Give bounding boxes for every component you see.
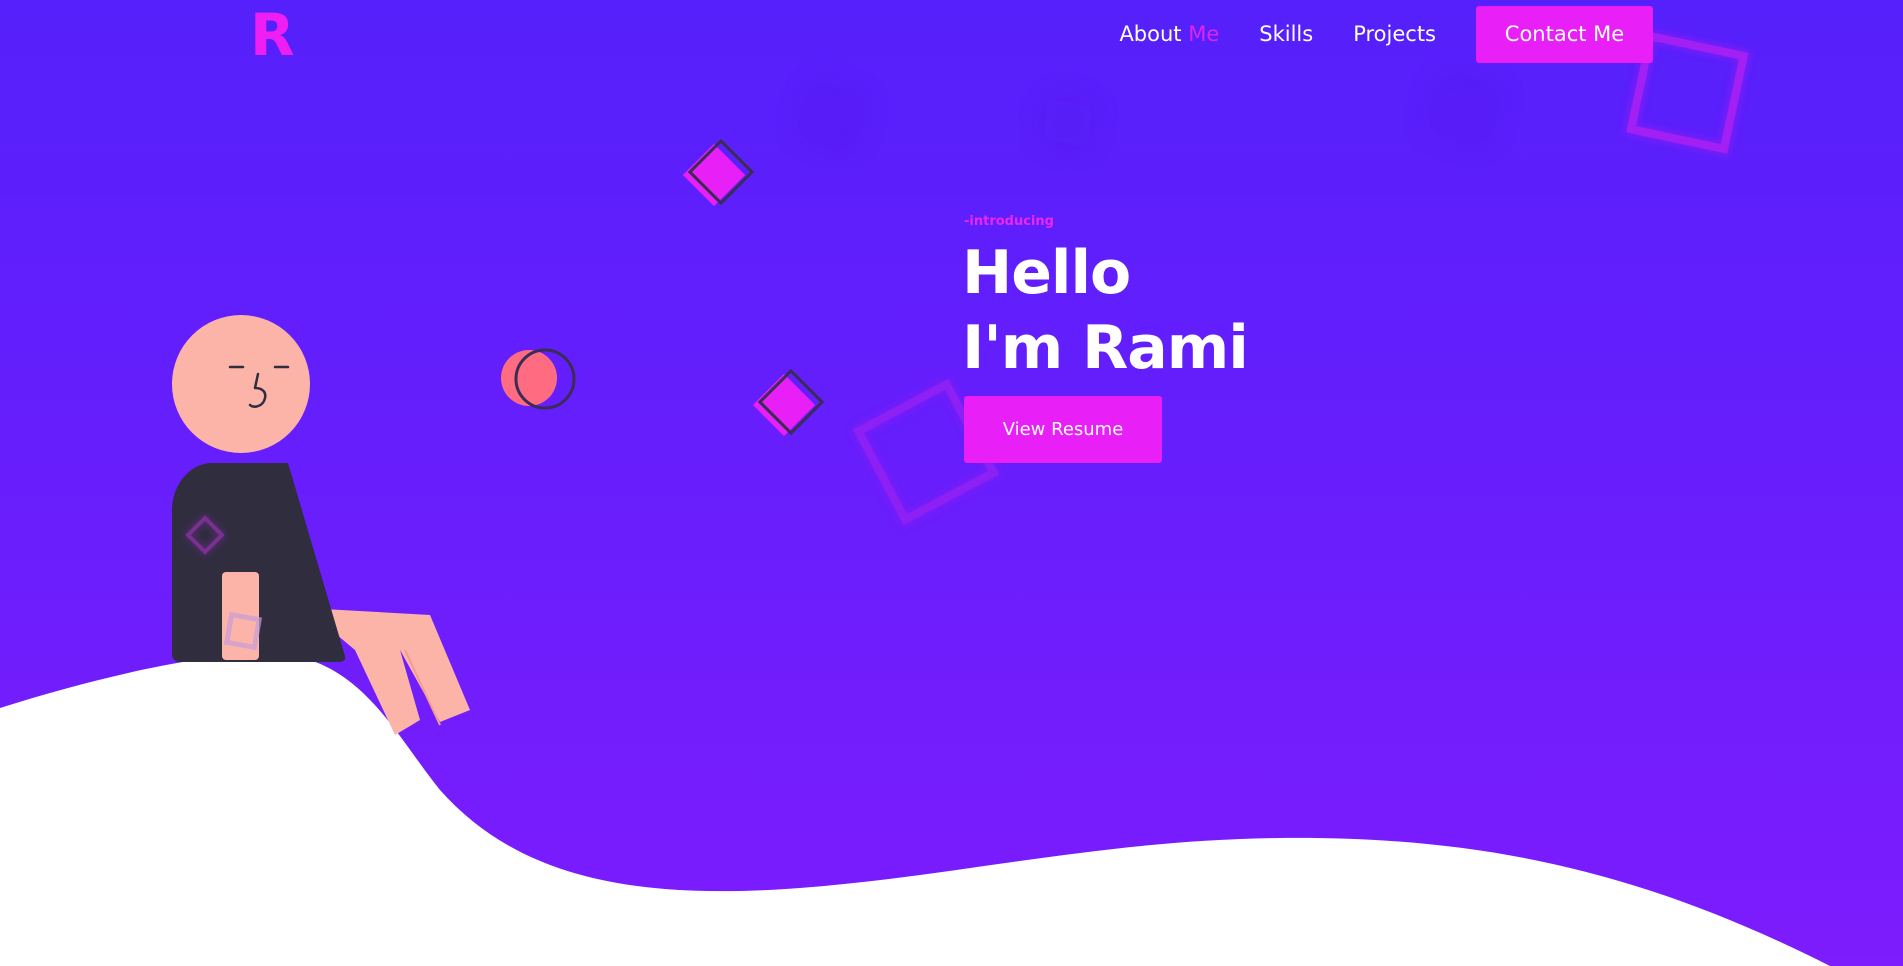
nav-about-accent: Me [1188, 22, 1220, 46]
pink-diamond-top [682, 138, 755, 207]
faint-bg-square-1 [798, 83, 866, 151]
pink-diamond-middle [752, 368, 825, 437]
contact-me-button[interactable]: Contact Me [1476, 5, 1653, 63]
hero-title-line-2: I'm Rami [962, 313, 1249, 383]
coral-circles [501, 348, 576, 410]
faint-bg-square-3 [1429, 74, 1499, 144]
hero-title: Hello I'm Rami [962, 236, 1249, 386]
nav-projects[interactable]: Projects [1353, 22, 1436, 46]
white-hill [0, 653, 1830, 966]
logo[interactable]: R [250, 2, 295, 68]
faint-bg-square-2 [1037, 92, 1099, 154]
hero-title-line-1: Hello [962, 238, 1131, 308]
nav-skills[interactable]: Skills [1259, 22, 1313, 46]
character-head [172, 315, 310, 453]
view-resume-button[interactable]: View Resume [964, 396, 1162, 463]
portfolio-page: R About Me Skills Projects Contact Me -i… [0, 0, 1903, 966]
hero-illustration [0, 29, 1830, 966]
nav-about-label: About [1119, 22, 1182, 46]
nav-about-me[interactable]: About Me [1119, 22, 1219, 46]
main-nav: About Me Skills Projects Contact Me [1119, 5, 1653, 63]
intro-label: -introducing [964, 214, 1054, 229]
